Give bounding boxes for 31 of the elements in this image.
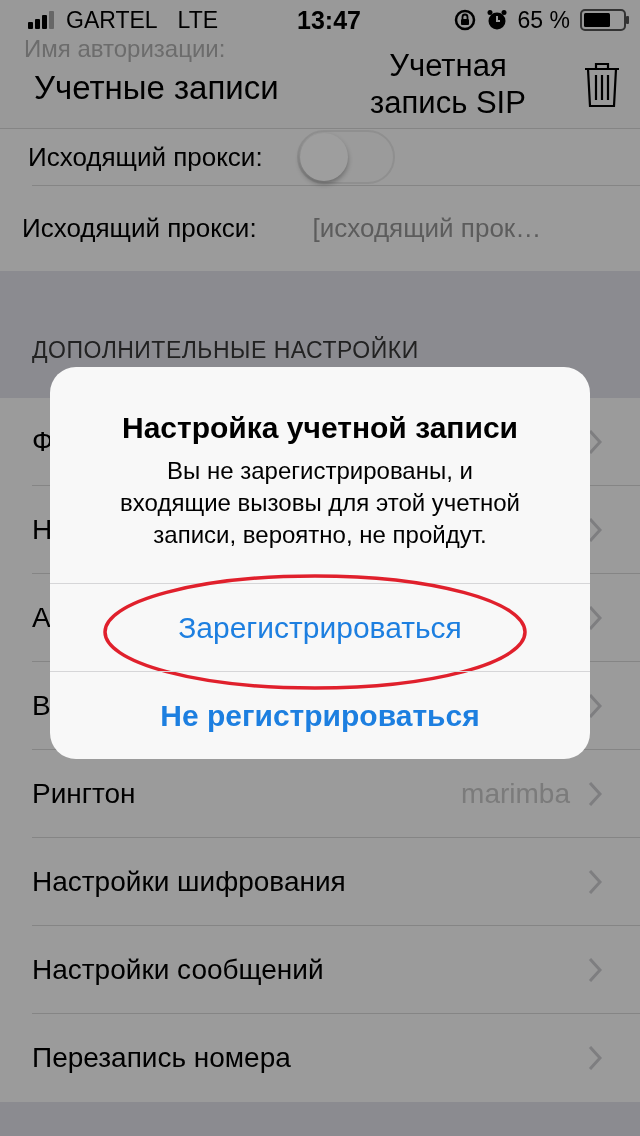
carrier-name: GARTEL	[66, 6, 158, 34]
chevron-icon	[588, 1045, 602, 1071]
row-label: Исходящий прокси:	[22, 213, 257, 244]
section-header: ДОПОЛНИТЕЛЬНЫЕ НАСТРОЙКИ	[32, 337, 419, 364]
chevron-icon	[588, 956, 602, 983]
screen-title: Учетная запись SIP	[369, 46, 527, 122]
confirm-button[interactable]: Зарегистрироваться	[50, 583, 590, 671]
alert-message: Вы не зарегистрированы, и входящие вызовы для этой учетной записи, вероятно, не пройдут.	[119, 456, 521, 550]
chevron-icon	[588, 868, 602, 895]
clock-time: 13:47	[297, 5, 361, 35]
delete-button[interactable]	[584, 60, 620, 108]
trash-icon	[584, 60, 620, 108]
cancel-button[interactable]: Не регистрироваться	[50, 671, 590, 759]
network-type: LTE	[177, 6, 219, 34]
chevron-icon	[588, 780, 602, 807]
chevron-icon	[588, 428, 602, 455]
settings-row[interactable]: Настройки шифрования	[32, 838, 640, 926]
settings-row[interactable]: Перезапись номера	[32, 1014, 640, 1102]
alarm-icon	[485, 9, 508, 31]
battery-icon	[580, 9, 630, 31]
input-field[interactable]: [исходящий прок…	[312, 213, 593, 244]
chevron-icon	[588, 604, 602, 631]
battery-percent: 65 %	[517, 6, 570, 34]
back-button[interactable]: Учетные записи	[24, 69, 279, 121]
row-label: Исходящий прокси:	[28, 141, 263, 173]
chevron-icon	[588, 516, 602, 543]
chevron-icon	[588, 692, 602, 719]
settings-row[interactable]: Настройки сообщений	[32, 926, 640, 1014]
alert-title: Настройка учетной записи	[120, 411, 520, 445]
toggle-switch[interactable]	[296, 130, 395, 184]
rotation-lock-icon	[453, 9, 476, 31]
